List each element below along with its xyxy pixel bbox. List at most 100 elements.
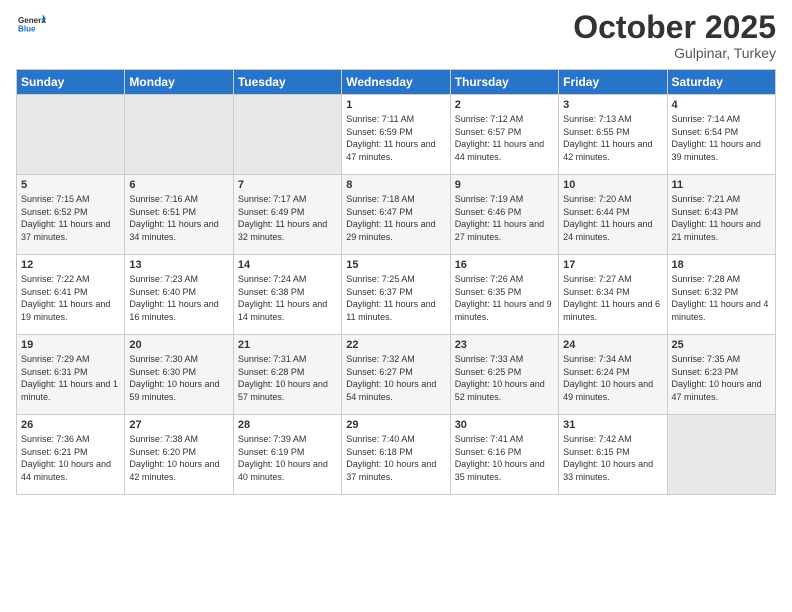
calendar-cell: 8 Sunrise: 7:18 AM Sunset: 6:47 PM Daylig…	[342, 175, 450, 255]
logo: General Blue	[16, 10, 46, 43]
day-info: Sunrise: 7:35 AM Sunset: 6:23 PM Dayligh…	[672, 353, 771, 403]
day-number: 25	[672, 339, 771, 351]
day-info: Sunrise: 7:33 AM Sunset: 6:25 PM Dayligh…	[455, 353, 554, 403]
day-number: 13	[129, 259, 228, 271]
calendar-cell: 26 Sunrise: 7:36 AM Sunset: 6:21 PM Dayli…	[17, 415, 125, 495]
day-number: 24	[563, 339, 662, 351]
day-number: 28	[238, 419, 337, 431]
calendar-cell: 21 Sunrise: 7:31 AM Sunset: 6:28 PM Dayli…	[233, 335, 341, 415]
calendar-cell: 13 Sunrise: 7:23 AM Sunset: 6:40 PM Dayli…	[125, 255, 233, 335]
day-info: Sunrise: 7:40 AM Sunset: 6:18 PM Dayligh…	[346, 433, 445, 483]
day-number: 15	[346, 259, 445, 271]
calendar-cell: 15Sunrise: 7:25 AM Sunset: 6:37 PM Dayli…	[342, 255, 450, 335]
day-number: 18	[672, 259, 771, 271]
day-info: Sunrise: 7:11 AM Sunset: 6:59 PM Dayligh…	[346, 113, 445, 163]
calendar-week-5: 26 Sunrise: 7:36 AM Sunset: 6:21 PM Dayli…	[17, 415, 776, 495]
svg-text:Blue: Blue	[18, 25, 36, 34]
day-number: 1	[346, 99, 445, 111]
day-number: 2	[455, 99, 554, 111]
calendar-cell: 16 Sunrise: 7:26 AM Sunset: 6:35 PM Dayli…	[450, 255, 558, 335]
day-number: 21	[238, 339, 337, 351]
day-info: Sunrise: 7:26 AM Sunset: 6:35 PM Dayligh…	[455, 273, 554, 323]
day-info: Sunrise: 7:23 AM Sunset: 6:40 PM Dayligh…	[129, 273, 228, 323]
day-info: Sunrise: 7:20 AM Sunset: 6:44 PM Dayligh…	[563, 193, 662, 243]
day-info: Sunrise: 7:21 AM Sunset: 6:43 PM Dayligh…	[672, 193, 771, 243]
calendar-week-3: 12Sunrise: 7:22 AM Sunset: 6:41 PM Dayli…	[17, 255, 776, 335]
calendar-cell	[125, 95, 233, 175]
calendar-cell: 20Sunrise: 7:30 AM Sunset: 6:30 PM Dayli…	[125, 335, 233, 415]
day-number: 31	[563, 419, 662, 431]
weekday-header-monday: Monday	[125, 70, 233, 95]
day-info: Sunrise: 7:34 AM Sunset: 6:24 PM Dayligh…	[563, 353, 662, 403]
title-block: October 2025 Gulpinar, Turkey	[573, 10, 776, 61]
day-info: Sunrise: 7:18 AM Sunset: 6:47 PM Dayligh…	[346, 193, 445, 243]
calendar-week-1: 1 Sunrise: 7:11 AM Sunset: 6:59 PM Daylig…	[17, 95, 776, 175]
svg-text:General: General	[18, 16, 46, 25]
day-info: Sunrise: 7:19 AM Sunset: 6:46 PM Dayligh…	[455, 193, 554, 243]
day-info: Sunrise: 7:24 AM Sunset: 6:38 PM Dayligh…	[238, 273, 337, 323]
calendar-cell: 7Sunrise: 7:17 AM Sunset: 6:49 PM Daylig…	[233, 175, 341, 255]
weekday-header-tuesday: Tuesday	[233, 70, 341, 95]
day-info: Sunrise: 7:30 AM Sunset: 6:30 PM Dayligh…	[129, 353, 228, 403]
day-number: 26	[21, 419, 120, 431]
day-number: 22	[346, 339, 445, 351]
calendar-cell: 10 Sunrise: 7:20 AM Sunset: 6:44 PM Dayli…	[559, 175, 667, 255]
day-info: Sunrise: 7:36 AM Sunset: 6:21 PM Dayligh…	[21, 433, 120, 483]
calendar-cell: 31Sunrise: 7:42 AM Sunset: 6:15 PM Dayli…	[559, 415, 667, 495]
calendar-week-2: 5Sunrise: 7:15 AM Sunset: 6:52 PM Daylig…	[17, 175, 776, 255]
weekday-header-wednesday: Wednesday	[342, 70, 450, 95]
day-number: 19	[21, 339, 120, 351]
calendar-week-4: 19 Sunrise: 7:29 AM Sunset: 6:31 PM Dayli…	[17, 335, 776, 415]
day-info: Sunrise: 7:39 AM Sunset: 6:19 PM Dayligh…	[238, 433, 337, 483]
calendar-cell: 5Sunrise: 7:15 AM Sunset: 6:52 PM Daylig…	[17, 175, 125, 255]
calendar-cell: 28 Sunrise: 7:39 AM Sunset: 6:19 PM Dayli…	[233, 415, 341, 495]
calendar-cell: 19 Sunrise: 7:29 AM Sunset: 6:31 PM Dayli…	[17, 335, 125, 415]
calendar-cell: 6 Sunrise: 7:16 AM Sunset: 6:51 PM Daylig…	[125, 175, 233, 255]
weekday-header-friday: Friday	[559, 70, 667, 95]
weekday-header-saturday: Saturday	[667, 70, 775, 95]
weekday-header-row: SundayMondayTuesdayWednesdayThursdayFrid…	[17, 70, 776, 95]
day-number: 8	[346, 179, 445, 191]
calendar-cell: 29 Sunrise: 7:40 AM Sunset: 6:18 PM Dayli…	[342, 415, 450, 495]
logo-icon: General Blue	[18, 10, 46, 38]
day-info: Sunrise: 7:14 AM Sunset: 6:54 PM Dayligh…	[672, 113, 771, 163]
calendar-cell: 18Sunrise: 7:28 AM Sunset: 6:32 PM Dayli…	[667, 255, 775, 335]
day-info: Sunrise: 7:29 AM Sunset: 6:31 PM Dayligh…	[21, 353, 120, 403]
calendar-subtitle: Gulpinar, Turkey	[573, 45, 776, 61]
day-info: Sunrise: 7:22 AM Sunset: 6:41 PM Dayligh…	[21, 273, 120, 323]
day-number: 6	[129, 179, 228, 191]
day-info: Sunrise: 7:27 AM Sunset: 6:34 PM Dayligh…	[563, 273, 662, 323]
day-number: 29	[346, 419, 445, 431]
day-info: Sunrise: 7:38 AM Sunset: 6:20 PM Dayligh…	[129, 433, 228, 483]
calendar-cell: 1 Sunrise: 7:11 AM Sunset: 6:59 PM Daylig…	[342, 95, 450, 175]
day-number: 14	[238, 259, 337, 271]
calendar-cell: 23 Sunrise: 7:33 AM Sunset: 6:25 PM Dayli…	[450, 335, 558, 415]
day-info: Sunrise: 7:41 AM Sunset: 6:16 PM Dayligh…	[455, 433, 554, 483]
day-number: 16	[455, 259, 554, 271]
day-number: 23	[455, 339, 554, 351]
calendar-cell: 4 Sunrise: 7:14 AM Sunset: 6:54 PM Daylig…	[667, 95, 775, 175]
day-info: Sunrise: 7:16 AM Sunset: 6:51 PM Dayligh…	[129, 193, 228, 243]
calendar-table: SundayMondayTuesdayWednesdayThursdayFrid…	[16, 69, 776, 495]
day-info: Sunrise: 7:32 AM Sunset: 6:27 PM Dayligh…	[346, 353, 445, 403]
day-info: Sunrise: 7:13 AM Sunset: 6:55 PM Dayligh…	[563, 113, 662, 163]
day-number: 30	[455, 419, 554, 431]
calendar-cell: 24 Sunrise: 7:34 AM Sunset: 6:24 PM Dayli…	[559, 335, 667, 415]
calendar-cell: 11 Sunrise: 7:21 AM Sunset: 6:43 PM Dayli…	[667, 175, 775, 255]
calendar-cell: 2Sunrise: 7:12 AM Sunset: 6:57 PM Daylig…	[450, 95, 558, 175]
page: General Blue October 2025 Gulpinar, Turk…	[0, 0, 792, 612]
calendar-cell	[17, 95, 125, 175]
day-info: Sunrise: 7:31 AM Sunset: 6:28 PM Dayligh…	[238, 353, 337, 403]
calendar-cell: 22 Sunrise: 7:32 AM Sunset: 6:27 PM Dayli…	[342, 335, 450, 415]
calendar-cell: 30 Sunrise: 7:41 AM Sunset: 6:16 PM Dayli…	[450, 415, 558, 495]
day-number: 11	[672, 179, 771, 191]
weekday-header-thursday: Thursday	[450, 70, 558, 95]
day-number: 10	[563, 179, 662, 191]
calendar-cell: 25 Sunrise: 7:35 AM Sunset: 6:23 PM Dayli…	[667, 335, 775, 415]
calendar-cell	[667, 415, 775, 495]
day-info: Sunrise: 7:17 AM Sunset: 6:49 PM Dayligh…	[238, 193, 337, 243]
calendar-cell: 27Sunrise: 7:38 AM Sunset: 6:20 PM Dayli…	[125, 415, 233, 495]
calendar-cell	[233, 95, 341, 175]
day-number: 4	[672, 99, 771, 111]
calendar-cell: 17Sunrise: 7:27 AM Sunset: 6:34 PM Dayli…	[559, 255, 667, 335]
